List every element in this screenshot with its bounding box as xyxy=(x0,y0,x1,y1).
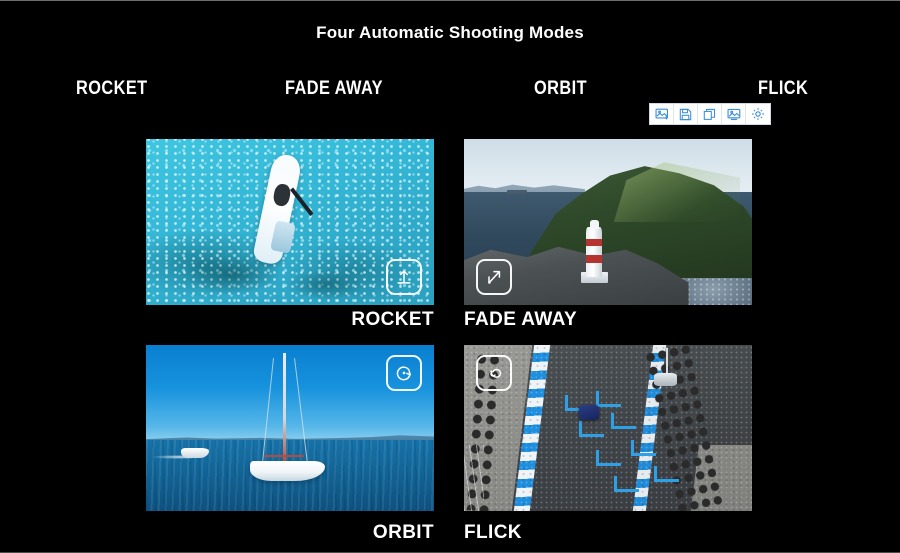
tile-caption-rocket: ROCKET xyxy=(351,309,434,330)
save-button[interactable] xyxy=(674,104,698,124)
tile-caption-fade-away: FADE AWAY xyxy=(464,309,578,330)
fade-away-arrow-icon[interactable] xyxy=(476,259,512,295)
add-image-button[interactable] xyxy=(650,104,674,124)
orbit-icon[interactable] xyxy=(386,355,422,391)
mode-label-fade-away: FADE AWAY xyxy=(285,78,384,99)
photo-tile-orbit[interactable] xyxy=(146,345,434,511)
flick-spiral-icon[interactable] xyxy=(476,355,512,391)
page-root: Four Automatic Shooting Modes ROCKET FAD… xyxy=(0,1,900,552)
image-toolbar[interactable] xyxy=(649,103,771,125)
mode-label-row: ROCKET FADE AWAY ORBIT FLICK xyxy=(0,78,900,104)
copy-icon xyxy=(703,108,716,121)
photo-tile-fade-away[interactable] xyxy=(464,139,752,305)
tile-caption-orbit: ORBIT xyxy=(372,522,434,543)
mode-label-flick: FLICK xyxy=(758,78,809,99)
photo-tile-flick[interactable] xyxy=(464,345,752,511)
tile-caption-flick: FLICK xyxy=(464,522,522,543)
rocket-launch-icon[interactable] xyxy=(386,259,422,295)
settings-button[interactable] xyxy=(746,104,770,124)
image-button[interactable] xyxy=(722,104,746,124)
image-icon xyxy=(726,107,741,121)
page-title: Four Automatic Shooting Modes xyxy=(316,23,584,42)
save-icon xyxy=(679,108,692,121)
photo-tile-rocket[interactable] xyxy=(146,139,434,305)
add-image-icon xyxy=(654,107,669,121)
mode-label-orbit: ORBIT xyxy=(534,78,587,99)
mode-label-rocket: ROCKET xyxy=(76,78,148,99)
gear-icon xyxy=(751,107,765,121)
copy-button[interactable] xyxy=(698,104,722,124)
